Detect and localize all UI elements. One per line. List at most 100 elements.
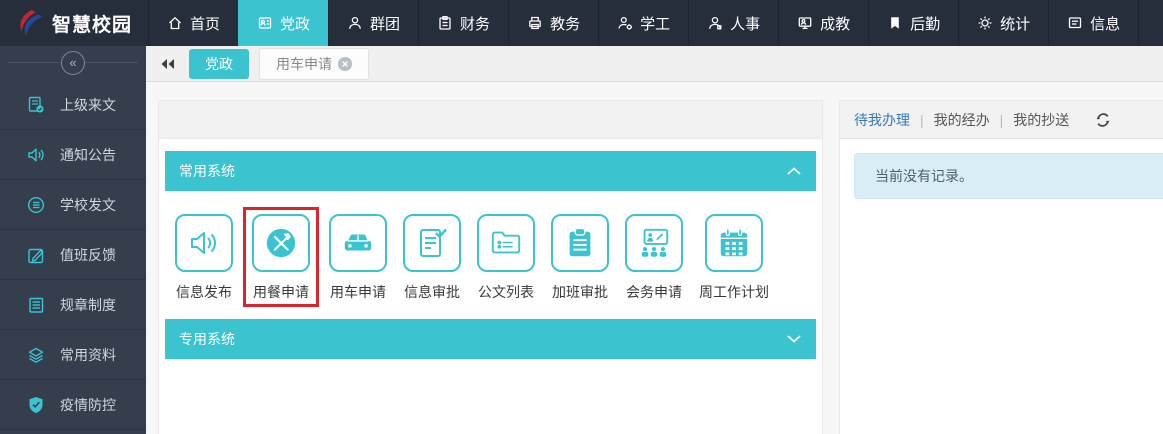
app-tile-label: 周工作计划 [699, 284, 769, 300]
clipboard-icon [439, 15, 451, 30]
tab-label: 党政 [205, 55, 233, 72]
highlight-box: 用餐申请 [243, 207, 319, 307]
sidebar-item-duty-feedback[interactable]: 值班反馈 [0, 230, 146, 280]
calendar-icon [720, 228, 748, 257]
user-gear-icon [618, 16, 633, 30]
nav-item-party[interactable]: 党政 [238, 0, 329, 46]
app-tile-meeting-request[interactable]: 会务申请 [625, 214, 683, 302]
app-tile-info-approval[interactable]: 信息审批 [403, 214, 461, 302]
app-logo: 智慧校园 [0, 0, 148, 46]
app-tile-label: 会务申请 [626, 284, 682, 300]
section-special-systems[interactable]: 专用系统 [165, 319, 816, 359]
nav-item-label: 群团 [370, 15, 401, 33]
nav-item-label: 教务 [550, 15, 581, 33]
sidebar-item-common-materials[interactable]: 常用资料 [0, 330, 146, 380]
sidebar-collapse-button[interactable]: « [61, 51, 85, 75]
tab-my-cc[interactable]: 我的抄送 [1013, 110, 1069, 130]
app-tile-label: 公文列表 [478, 284, 534, 300]
tab-party[interactable]: 党政 [189, 48, 249, 79]
bookmark-icon [891, 17, 899, 29]
sidebar-item-regulations[interactable]: 规章制度 [0, 280, 146, 330]
nav-item-academic[interactable]: 教务 [508, 0, 598, 46]
section-title: 专用系统 [179, 331, 235, 347]
sidebar-item-label: 通知公告 [60, 146, 116, 163]
tab-separator: | [920, 111, 924, 128]
tab-bar: 党政 用车申请 [146, 46, 1163, 82]
tab-car-request[interactable]: 用车申请 [259, 47, 369, 80]
user-icon [349, 16, 361, 29]
app-tile-info-publish[interactable]: 信息发布 [175, 214, 233, 302]
nav-item-label: 党政 [280, 15, 311, 33]
nav-item-finance[interactable]: 财务 [418, 0, 508, 46]
sidebar-item-label: 学校发文 [60, 196, 116, 213]
app-tile-car-request[interactable]: 用车申请 [329, 214, 387, 302]
top-nav: 智慧校园 首页 党政 群团 财务 教务 学工 人事 成教 后勤 统计 信息 [0, 0, 1163, 46]
nav-item-hr[interactable]: 人事 [688, 0, 778, 46]
document-check-icon [420, 228, 447, 257]
tab-pending-tasks[interactable]: 待我办理 [854, 110, 910, 130]
nav-item-logistics[interactable]: 后勤 [868, 0, 958, 46]
sidebar-item-epidemic-control[interactable]: 疫情防控 [0, 380, 146, 430]
app-tile-meal-request[interactable]: 用餐申请 [252, 214, 310, 302]
idcard-icon [258, 17, 272, 29]
tab-my-handled[interactable]: 我的经办 [934, 110, 990, 130]
printer-icon [529, 16, 541, 30]
tabs-collapse-button[interactable] [160, 57, 175, 71]
car-icon [344, 234, 372, 251]
app-tile-overtime-approval[interactable]: 加班审批 [551, 214, 609, 302]
nav-item-statistics[interactable]: 统计 [958, 0, 1048, 46]
app-tile-document-list[interactable]: 公文列表 [477, 214, 535, 302]
chevron-up-icon [787, 167, 801, 175]
document-lines-icon [29, 297, 44, 313]
app-tile-label: 用车申请 [330, 284, 386, 300]
home-icon [169, 16, 181, 30]
speaker-icon [191, 232, 216, 254]
sidebar-item-label: 值班反馈 [60, 246, 116, 263]
nav-item-label: 成教 [820, 15, 851, 33]
nav-item-groups[interactable]: 群团 [328, 0, 418, 46]
tab-label: 用车申请 [276, 55, 332, 72]
logo-swoosh-icon [20, 9, 43, 36]
nav-item-information[interactable]: 信息 [1048, 0, 1140, 46]
todo-panel-header: 待我办理 | 我的经办 | 我的抄送 [840, 101, 1163, 139]
sidebar: « 上级来文 通知公告 学校发文 值班反馈 规章制度 常用资料 疫情防控 [0, 46, 146, 434]
close-icon[interactable] [338, 56, 352, 71]
pencil-square-icon [28, 248, 44, 263]
app-tile-weekly-plan[interactable]: 周工作计划 [699, 214, 769, 302]
sidebar-item-label: 常用资料 [60, 346, 116, 363]
refresh-button[interactable] [1095, 112, 1111, 128]
list-circle-icon [27, 196, 45, 213]
main-panel: 常用系统 信息发布 用餐申请 用车申请 信息审批 公文列表 加班审批 会务申请 … [158, 100, 823, 434]
nav-item-label: 首页 [190, 15, 221, 33]
sidebar-item-superior-documents[interactable]: 上级来文 [0, 80, 146, 130]
sidebar-item-notices[interactable]: 通知公告 [0, 130, 146, 180]
document-check-icon [28, 96, 44, 113]
speaker-icon [28, 148, 44, 161]
nav-item-student[interactable]: 学工 [598, 0, 688, 46]
app-tile-label: 用餐申请 [253, 284, 309, 300]
section-title: 常用系统 [179, 163, 235, 179]
section-common-systems[interactable]: 常用系统 [165, 151, 816, 191]
sidebar-item-school-documents[interactable]: 学校发文 [0, 180, 146, 230]
nav-item-label: 财务 [460, 15, 491, 33]
nav-item-label: 后勤 [910, 15, 941, 33]
top-nav-items: 首页 党政 群团 财务 教务 学工 人事 成教 后勤 统计 信息 [148, 0, 1140, 46]
nav-item-label: 人事 [730, 15, 761, 33]
app-tile-label: 加班审批 [552, 284, 608, 300]
refresh-icon [1096, 112, 1110, 127]
user-icon [709, 16, 722, 30]
nav-item-home[interactable]: 首页 [148, 0, 238, 46]
todo-panel-body: 当前没有记录。 [840, 139, 1163, 199]
layers-icon [28, 347, 44, 363]
folder-list-icon [491, 231, 521, 254]
monitor-user-icon [798, 17, 812, 30]
nav-item-adult-edu[interactable]: 成教 [778, 0, 868, 46]
todo-panel: 待我办理 | 我的经办 | 我的抄送 当前没有记录。 [839, 100, 1163, 434]
empty-records-message: 当前没有记录。 [854, 153, 1163, 199]
app-tile-label: 信息发布 [176, 284, 232, 300]
main-panel-header [159, 101, 822, 139]
meal-icon [266, 228, 296, 258]
gear-icon [978, 16, 992, 30]
sidebar-item-label: 上级来文 [60, 96, 116, 113]
app-tiles-row: 信息发布 用餐申请 用车申请 信息审批 公文列表 加班审批 会务申请 周工作计划 [165, 191, 816, 319]
